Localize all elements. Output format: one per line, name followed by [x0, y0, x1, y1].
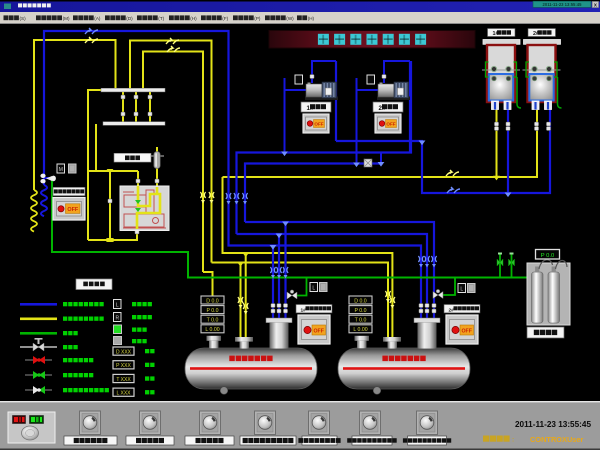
svg-text:(D): (D) — [126, 16, 133, 21]
svg-text:2011-11-23 13:55:45: 2011-11-23 13:55:45 — [543, 2, 583, 7]
svg-text:(W): (W) — [286, 16, 294, 21]
svg-text:P XXX: P XXX — [116, 363, 131, 369]
svg-text:P 0.0: P 0.0 — [541, 253, 554, 259]
svg-text:(A): (A) — [94, 16, 101, 21]
svg-text:T 0.0: T 0.0 — [207, 318, 219, 324]
svg-text:(H): (H) — [308, 16, 315, 21]
svg-text:P 0.0: P 0.0 — [354, 308, 366, 314]
svg-text:(H): (H) — [190, 16, 197, 21]
svg-text:L: L — [460, 286, 463, 292]
svg-text:CONTROXUser: CONTROXUser — [530, 435, 584, 444]
svg-text:D 0.0: D 0.0 — [206, 298, 219, 304]
svg-text:P 0.0: P 0.0 — [206, 308, 218, 314]
svg-text:L: L — [116, 302, 119, 308]
svg-text:OFF: OFF — [67, 207, 78, 213]
svg-text:T XXX: T XXX — [116, 377, 131, 383]
svg-text:L: L — [312, 285, 315, 291]
svg-text:OFF: OFF — [314, 329, 324, 335]
svg-text:(T): (T) — [158, 16, 164, 21]
svg-text:L 0.00: L 0.00 — [205, 327, 219, 333]
svg-text:(P): (P) — [254, 16, 261, 21]
svg-text:(M): (M) — [63, 16, 70, 21]
svg-text:T 0.0: T 0.0 — [355, 318, 367, 324]
svg-text:D 0.0: D 0.0 — [354, 298, 367, 304]
svg-text:OFF: OFF — [386, 122, 395, 127]
svg-text:M: M — [59, 167, 63, 173]
svg-text:OFF: OFF — [314, 122, 323, 127]
svg-text:(S): (S) — [20, 16, 27, 21]
svg-text:2011-11-23 13:55:45: 2011-11-23 13:55:45 — [515, 420, 591, 429]
svg-text::: : — [512, 437, 514, 444]
svg-text:R: R — [115, 315, 119, 321]
svg-text:OFF: OFF — [462, 329, 472, 335]
svg-text:L 0.00: L 0.00 — [353, 327, 367, 333]
svg-text:D XXX: D XXX — [116, 350, 132, 356]
svg-text:1#: 1# — [301, 307, 307, 313]
svg-text:2#: 2# — [449, 307, 455, 313]
svg-text:(F): (F) — [222, 16, 228, 21]
svg-text:L XXX: L XXX — [117, 391, 132, 397]
